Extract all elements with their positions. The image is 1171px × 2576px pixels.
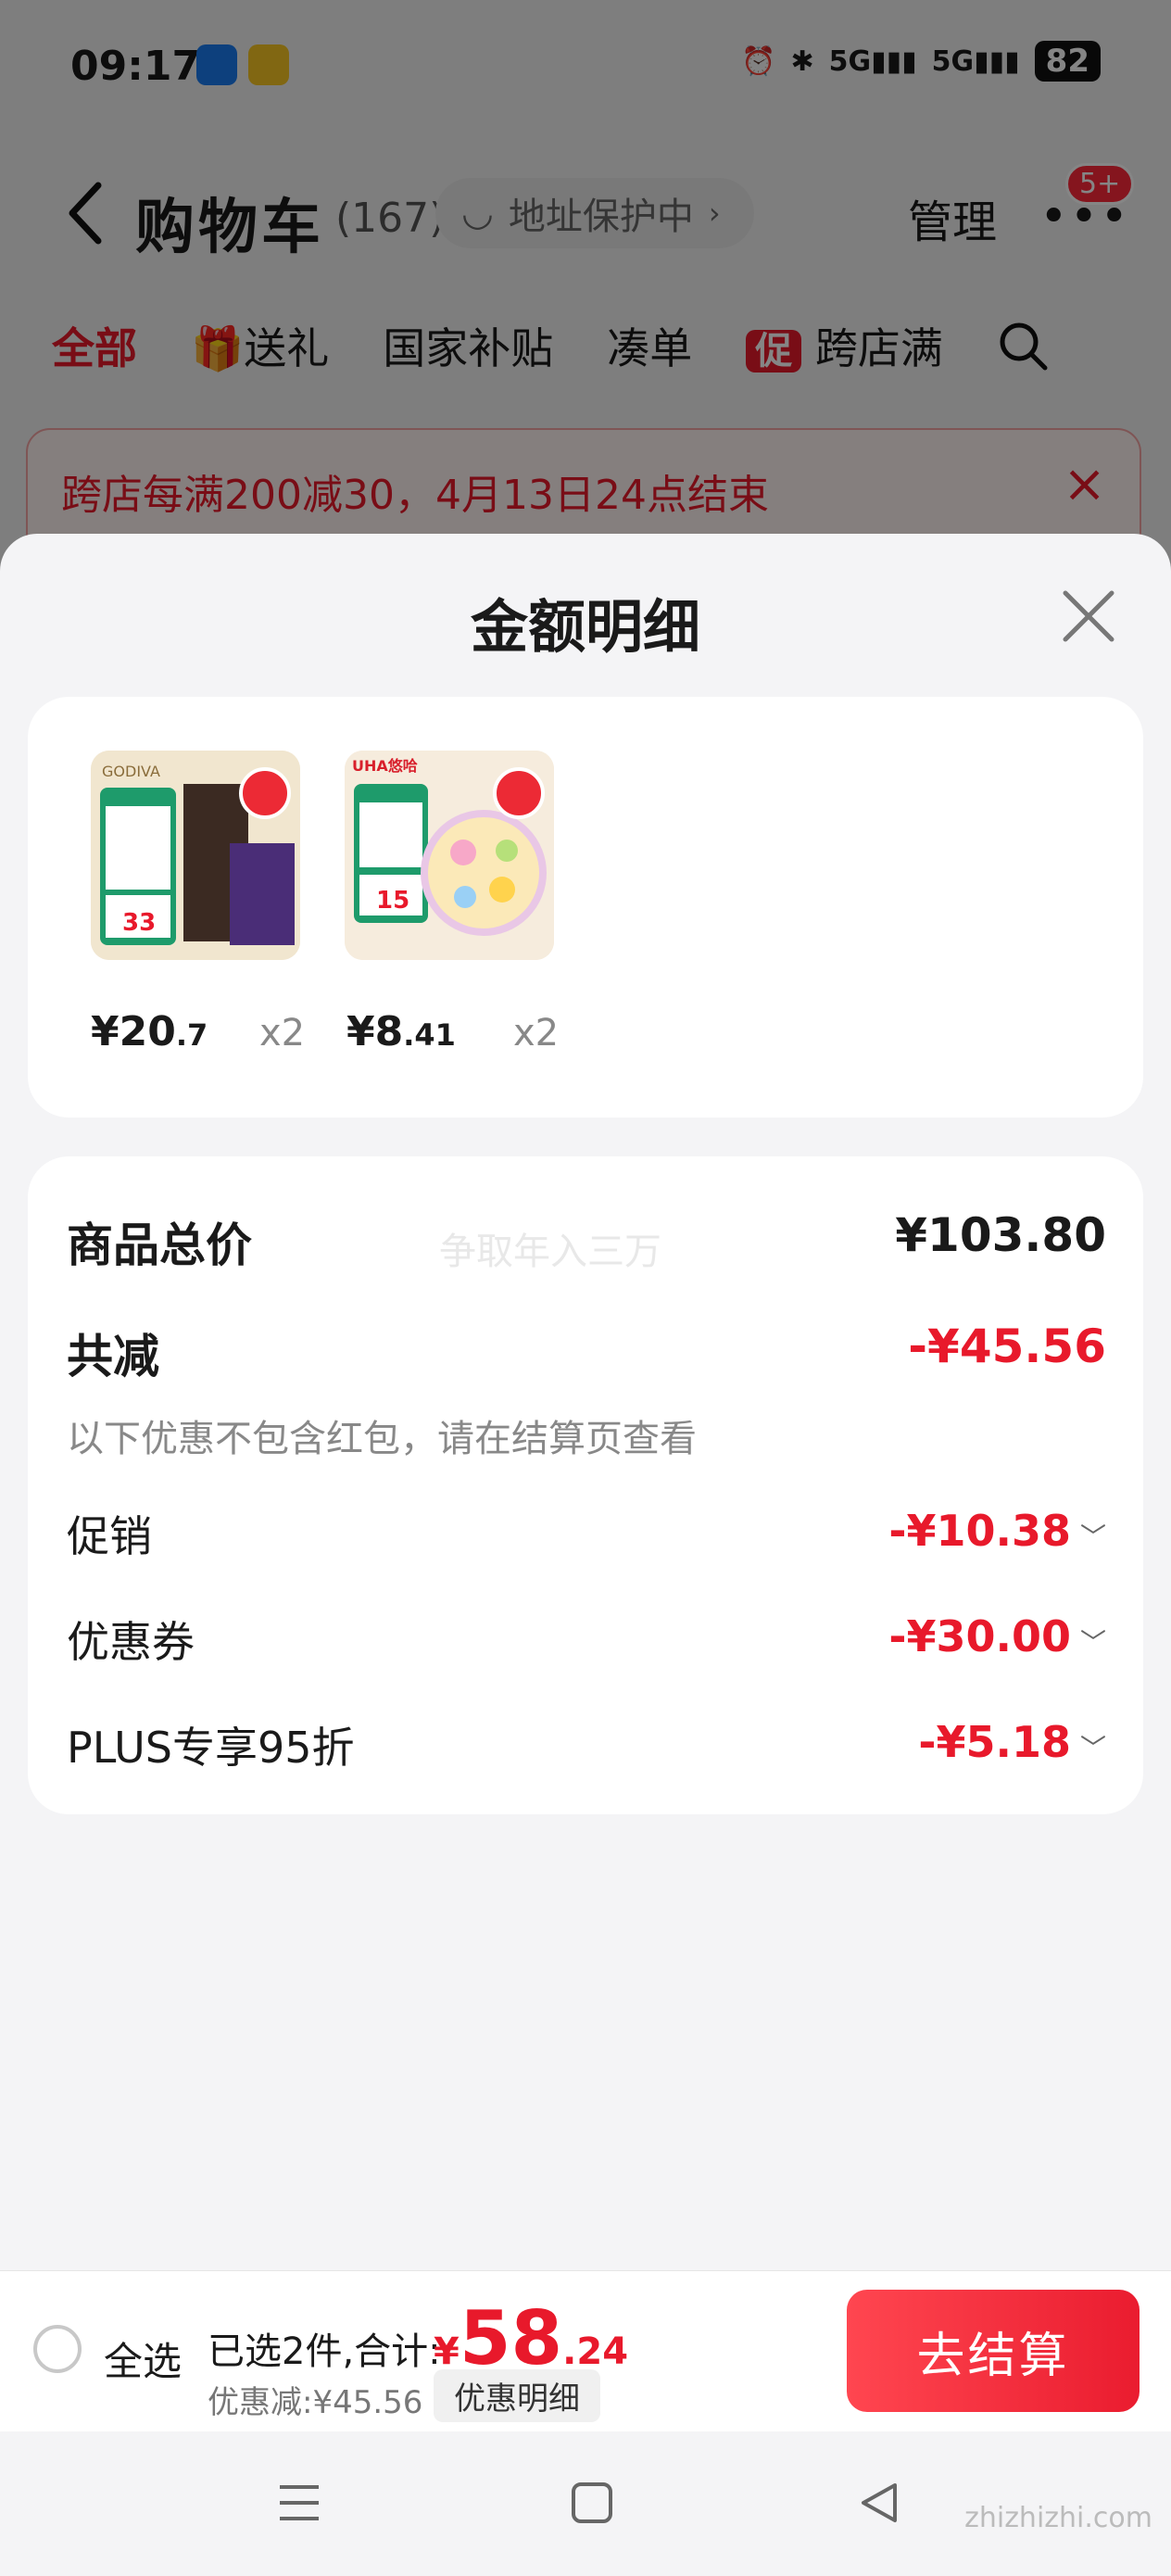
discount-note: 以下优惠不包含红包，请在结算页查看 bbox=[67, 1418, 697, 1460]
checked-icon bbox=[239, 767, 291, 819]
goods-card: GODIVA 33 ¥20.7 x2 UHA悠哈 15 ¥8.41 x2 bbox=[28, 697, 1143, 1118]
product-image[interactable]: UHA悠哈 15 bbox=[345, 751, 554, 960]
home-icon[interactable] bbox=[571, 2481, 613, 2524]
menu-icon[interactable] bbox=[278, 2481, 321, 2524]
chevron-down-icon: ﹀ bbox=[1079, 1733, 1106, 1763]
select-all-radio[interactable] bbox=[33, 2325, 82, 2373]
promotion-value[interactable]: -¥10.38 ﹀ bbox=[888, 1503, 1106, 1557]
reduce-value: -¥45.56 bbox=[908, 1320, 1106, 1373]
back-nav-icon[interactable] bbox=[858, 2481, 900, 2524]
plus-discount-label: PLUS专享95折 bbox=[67, 1723, 355, 1773]
item-price: ¥8.41 bbox=[346, 1008, 456, 1055]
checked-icon bbox=[493, 767, 545, 819]
chevron-down-icon: ﹀ bbox=[1079, 1627, 1106, 1658]
price-detail-card: 商品总价 争取年入三万 ¥103.80 共减 -¥45.56 以下优惠不包含红包… bbox=[28, 1156, 1143, 1814]
svg-text:UHA悠哈: UHA悠哈 bbox=[352, 757, 418, 775]
svg-text:33: 33 bbox=[122, 909, 156, 937]
svg-text:GODIVA: GODIVA bbox=[102, 763, 160, 780]
watermark-text: 争取年入三万 bbox=[439, 1231, 661, 1273]
item-quantity: x2 bbox=[513, 1012, 560, 1054]
close-icon[interactable] bbox=[1056, 584, 1121, 649]
selected-summary: 已选2件,合计: bbox=[208, 2330, 441, 2373]
promotion-label: 促销 bbox=[67, 1511, 152, 1561]
product-image[interactable]: GODIVA 33 bbox=[91, 751, 300, 960]
select-all-label[interactable]: 全选 bbox=[104, 2330, 182, 2387]
svg-text:15: 15 bbox=[376, 887, 409, 915]
coupon-value[interactable]: -¥30.00 ﹀ bbox=[888, 1609, 1106, 1662]
checkout-bar: 全选 已选2件,合计: ¥58.24 优惠减:¥45.56 优惠明细 去结算 bbox=[0, 2270, 1171, 2432]
sheet-title: 金额明细 bbox=[470, 593, 700, 661]
watermark: zhizhizhi.com bbox=[964, 2502, 1152, 2534]
chevron-down-icon: ﹀ bbox=[1079, 1522, 1106, 1552]
saved-amount: 优惠减:¥45.56 bbox=[208, 2384, 423, 2421]
plus-discount-value[interactable]: -¥5.18 ﹀ bbox=[918, 1714, 1106, 1768]
coupon-label: 优惠券 bbox=[67, 1617, 195, 1667]
item-price: ¥20.7 bbox=[91, 1008, 208, 1055]
item-quantity: x2 bbox=[259, 1012, 306, 1054]
reduce-label: 共减 bbox=[67, 1330, 159, 1383]
discount-detail-button[interactable]: 优惠明细 bbox=[434, 2369, 600, 2422]
total-label: 商品总价 bbox=[67, 1219, 252, 1272]
total-value: ¥103.80 bbox=[895, 1208, 1106, 1262]
checkout-button[interactable]: 去结算 bbox=[847, 2290, 1140, 2412]
